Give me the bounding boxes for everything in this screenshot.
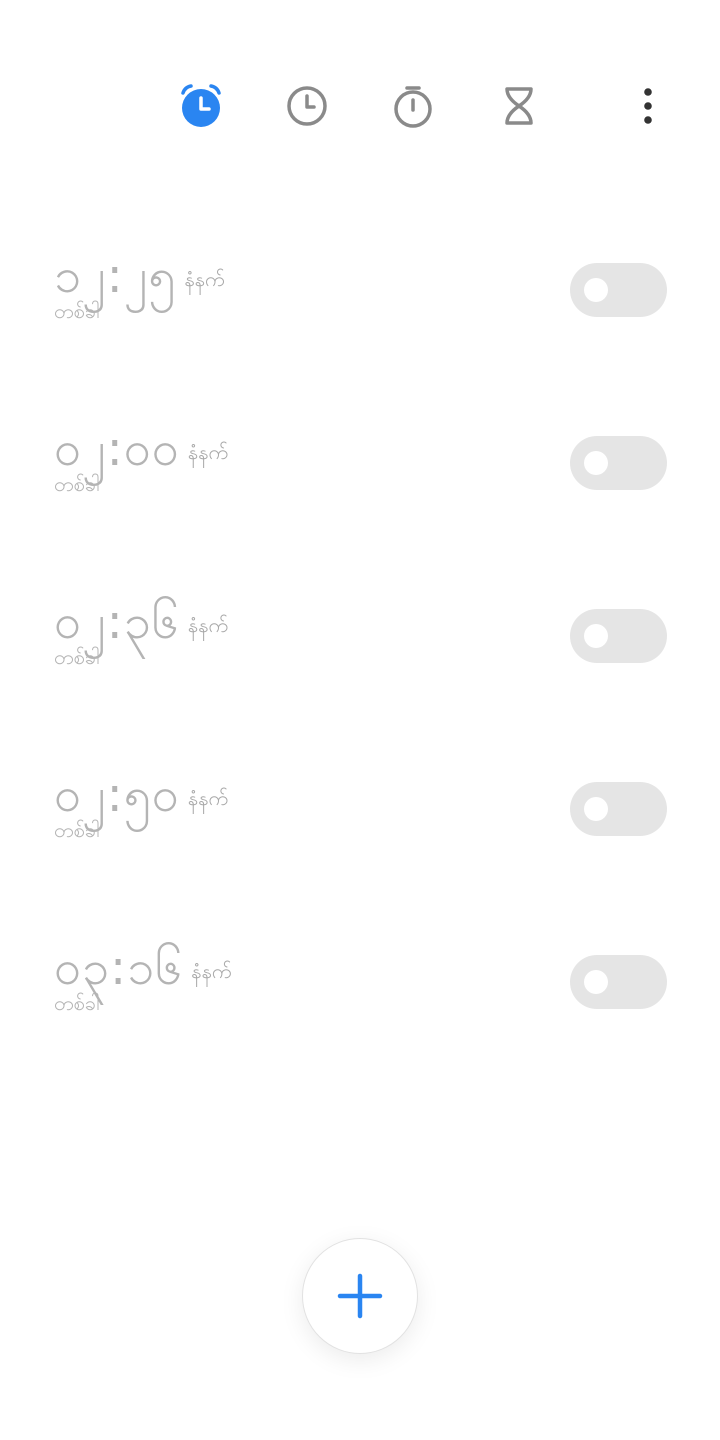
alarm-period: နံနက် (187, 613, 229, 637)
hourglass-icon (505, 87, 533, 125)
alarm-repeat: တစ်ခါ (54, 299, 100, 323)
toggle-knob (584, 797, 608, 821)
alarm-repeat: တစ်ခါ (54, 645, 100, 669)
alarm-toggle[interactable] (570, 263, 667, 317)
toggle-knob (584, 624, 608, 648)
alarm-toggle[interactable] (570, 609, 667, 663)
alarm-item[interactable]: ၀၂:၅၀ နံနက် တစ်ခါ (0, 719, 720, 892)
alarm-toggle[interactable] (570, 955, 667, 1009)
clock-icon (287, 86, 327, 126)
alarm-time-group: ၀၃:၁၆ နံနက် တစ်ခါ (54, 944, 231, 1024)
alarm-item[interactable]: ၀၂:၀၀ နံနက် တစ်ခါ (0, 373, 720, 546)
alarm-time-group: ၀၂:၀၀ နံနက် တစ်ခါ (54, 425, 228, 505)
alarm-time: ၀၃:၁၆ (54, 940, 184, 996)
alarm-item[interactable]: ၀၂:၃၆ နံနက် တစ်ခါ (0, 546, 720, 719)
alarm-item[interactable]: ၁၂:၂၅ နံနက် တစ်ခါ (0, 200, 720, 373)
alarm-time: ၀၂:၃၆ (54, 594, 180, 650)
tab-alarm[interactable] (177, 82, 225, 130)
alarm-repeat: တစ်ခါ (54, 991, 100, 1015)
alarm-item[interactable]: ၀၃:၁၆ နံနက် တစ်ခါ (0, 892, 720, 1065)
toggle-knob (584, 970, 608, 994)
alarm-repeat: တစ်ခါ (54, 472, 100, 496)
more-options-button[interactable] (624, 82, 672, 130)
toggle-knob (584, 451, 608, 475)
more-vertical-icon (644, 88, 652, 124)
alarm-time-group: ၀၂:၅၀ နံနက် တစ်ခါ (54, 771, 228, 851)
top-tab-bar (0, 60, 720, 150)
alarm-time-group: ၀၂:၃၆ နံနက် တစ်ခါ (54, 598, 228, 678)
alarm-toggle[interactable] (570, 436, 667, 490)
alarm-period: နံနက် (187, 786, 229, 810)
alarm-repeat: တစ်ခါ (54, 818, 100, 842)
alarm-time-group: ၁၂:၂၅ နံနက် တစ်ခါ (54, 252, 225, 332)
alarm-period: နံနက် (187, 440, 229, 464)
alarm-toggle[interactable] (570, 782, 667, 836)
alarm-period: နံနက် (191, 959, 232, 983)
alarm-time: ၁၂:၂၅ (54, 248, 177, 304)
toggle-knob (584, 278, 608, 302)
alarm-time: ၀၂:၅၀ (54, 767, 180, 823)
stopwatch-icon (394, 86, 432, 128)
tab-world-clock[interactable] (283, 82, 331, 130)
plus-icon (337, 1273, 383, 1319)
add-alarm-button[interactable] (302, 1238, 418, 1354)
tab-timer[interactable] (495, 82, 543, 130)
alarm-time: ၀၂:၀၀ (54, 421, 180, 477)
alarm-period: နံနက် (184, 267, 225, 291)
alarm-clock-icon (181, 84, 221, 127)
tab-stopwatch[interactable] (389, 82, 437, 130)
